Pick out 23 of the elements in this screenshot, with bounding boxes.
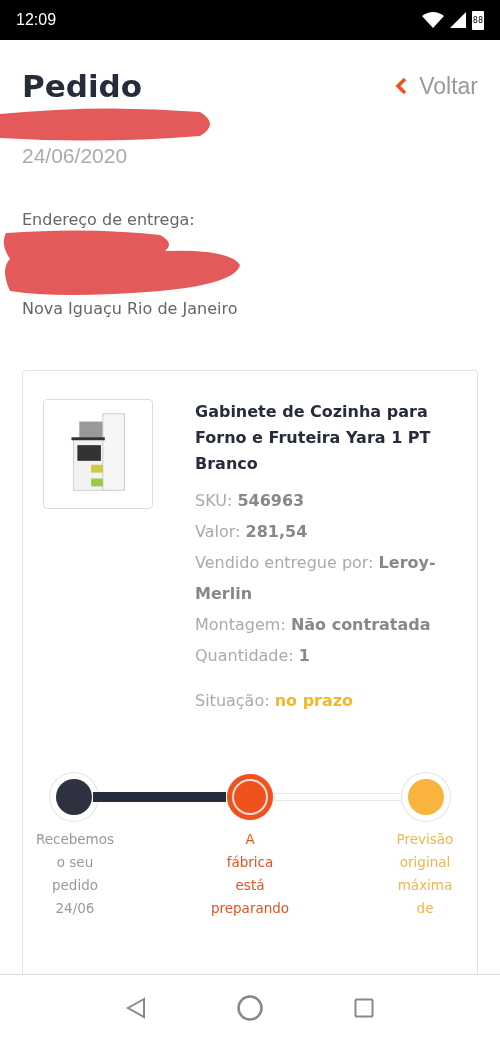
step-label: Recebemos o seu pedido 24/06 — [35, 830, 115, 918]
battery-level: 88 — [471, 10, 484, 30]
step-label: A fábrica está preparando — [210, 830, 290, 918]
address-city: Nova Iguaçu Rio de Janeiro — [22, 299, 239, 318]
order-status: Situação: no prazo — [195, 690, 355, 712]
clock-time: 12:09 — [16, 11, 57, 29]
step-label: Previsão original máxima de — [396, 830, 454, 918]
page-title: Pedido — [22, 68, 143, 104]
product-name: Gabinete de Cozinha para Forno e Fruteira Yara 1 PT Branco — [195, 401, 432, 475]
signal-icon — [449, 12, 466, 28]
back-link[interactable]: Voltar — [395, 72, 478, 100]
home-icon[interactable] — [237, 995, 263, 1021]
address-label: Endereço de entrega: — [22, 210, 196, 229]
wifi-icon — [421, 12, 444, 28]
product-detail: Valor: 281,54 — [195, 521, 309, 543]
back-icon[interactable] — [125, 997, 146, 1019]
product-detail: Montagem: Não contratada — [195, 614, 432, 636]
chevron-icon — [395, 77, 408, 95]
order-date: 24/06/2020 — [22, 144, 129, 168]
product-detail: Vendido entregue por: Leroy-Merlin — [195, 552, 437, 605]
recents-icon[interactable] — [354, 998, 375, 1018]
product-detail: SKU: 546963 — [195, 490, 306, 512]
product-detail: Quantidade: 1 — [195, 645, 311, 667]
